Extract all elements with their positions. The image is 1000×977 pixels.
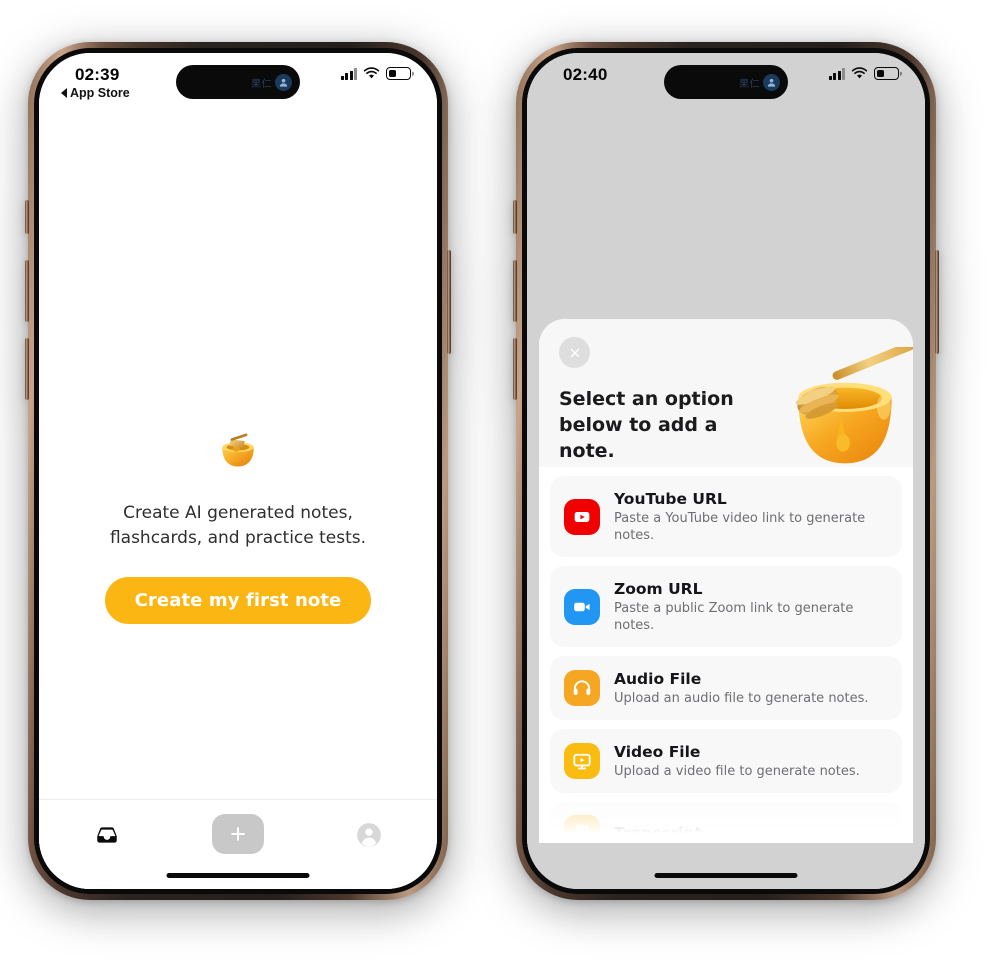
action-button[interactable] <box>25 200 29 234</box>
wifi-icon-2 <box>851 67 868 79</box>
battery-icon <box>386 67 411 80</box>
add-note-sheet-screen: 02:40 果仁 Select an option below to add a… <box>527 53 925 889</box>
option-text: YouTube URL Paste a YouTube video link to… <box>614 489 888 544</box>
honey-pot-emoji <box>222 433 254 467</box>
option-text: Zoom URL Paste a public Zoom link to gene… <box>614 579 888 634</box>
headphones-icon <box>564 670 600 706</box>
option-text: Audio File Upload an audio file to genera… <box>614 669 888 707</box>
option-title: Audio File <box>614 670 702 688</box>
option-title: Zoom URL <box>614 580 703 598</box>
option-row-zoom-url[interactable]: Zoom URL Paste a public Zoom link to gene… <box>550 566 902 647</box>
dynamic-island-label-2: 果仁 <box>739 78 760 90</box>
option-description: Upload an audio file to generate notes. <box>614 691 869 706</box>
video-monitor-icon <box>564 743 600 779</box>
cellular-bars-icon <box>340 67 357 80</box>
power-button[interactable] <box>447 250 451 354</box>
add-note-button[interactable] <box>211 814 264 854</box>
home-indicator-right <box>654 872 798 878</box>
cellular-bars-icon-2 <box>828 67 845 80</box>
status-indicators-2 <box>828 67 899 80</box>
option-row-transcript[interactable]: Transcript <box>550 802 902 843</box>
sidebar-item-profile[interactable] <box>339 814 399 856</box>
option-description: Paste a YouTube video link to generate n… <box>614 511 866 543</box>
dynamic-island-label: 果仁 <box>251 78 272 90</box>
empty-state-line-2: flashcards, and practice tests. <box>109 528 367 548</box>
phone-right-screen: 02:40 果仁 Select an option below to add a… <box>527 53 925 889</box>
sidebar-item-inbox[interactable] <box>77 814 137 856</box>
back-label: App Store <box>70 86 130 100</box>
phone-left: 02:39 App Store 果仁 Create AI generated n… <box>25 42 451 900</box>
home-indicator-left <box>166 872 310 878</box>
option-title: YouTube URL <box>614 490 727 508</box>
option-row-youtube-url[interactable]: YouTube URL Paste a YouTube video link to… <box>550 476 902 557</box>
back-caret-icon <box>61 88 67 98</box>
screenshot-canvas: 02:39 App Store 果仁 Create AI generated n… <box>0 0 1000 977</box>
plus-icon <box>231 827 245 841</box>
option-text: Transcript <box>614 823 888 843</box>
wifi-icon <box>363 67 380 79</box>
phone-right: 02:40 果仁 Select an option below to add a… <box>513 42 939 900</box>
close-sheet-button[interactable] <box>559 337 590 368</box>
phone-left-screen: 02:39 App Store 果仁 Create AI generated n… <box>39 53 437 889</box>
status-time: 02:39 <box>75 65 120 84</box>
option-row-video-file[interactable]: Video File Upload a video file to generat… <box>550 729 902 793</box>
home-empty-screen: 02:39 App Store 果仁 Create AI generated n… <box>39 53 437 889</box>
back-to-app-store[interactable]: App Store <box>61 86 130 100</box>
empty-state: Create AI generated notes, flashcards, a… <box>39 421 437 624</box>
person-badge-icon-2 <box>763 73 780 91</box>
youtube-icon <box>564 498 600 535</box>
option-description: Upload a video file to generate notes. <box>614 764 860 779</box>
option-title: Video File <box>614 743 701 761</box>
status-time-2: 02:40 <box>563 65 608 84</box>
volume-down-button[interactable] <box>25 338 29 400</box>
dynamic-island-2: 果仁 <box>664 65 788 99</box>
person-circle-icon <box>357 823 382 847</box>
option-text: Video File Upload a video file to generat… <box>614 742 888 780</box>
option-list: YouTube URL Paste a YouTube video link to… <box>539 467 913 843</box>
close-x-icon <box>570 348 579 357</box>
volume-down-button-2[interactable] <box>513 338 517 400</box>
option-description: Paste a public Zoom link to generate not… <box>614 601 854 633</box>
status-bar-right: 02:40 果仁 <box>527 53 925 107</box>
option-row-audio-file[interactable]: Audio File Upload an audio file to genera… <box>550 656 902 720</box>
zoom-video-icon <box>564 588 600 625</box>
power-button-2[interactable] <box>935 250 939 354</box>
action-button-2[interactable] <box>513 200 517 234</box>
create-first-note-button[interactable]: Create my first note <box>104 577 372 624</box>
volume-up-button[interactable] <box>25 260 29 322</box>
status-bar-left: 02:39 App Store 果仁 <box>39 53 437 107</box>
dynamic-island: 果仁 <box>176 65 300 99</box>
status-indicators <box>340 67 411 80</box>
sheet-title: Select an option below to add a note. <box>559 388 734 462</box>
volume-up-button-2[interactable] <box>513 260 517 322</box>
inbox-tray-icon <box>96 827 117 843</box>
add-note-sheet: Select an option below to add a note. Yo… <box>539 319 913 843</box>
phone-left-bezel: 02:39 App Store 果仁 Create AI generated n… <box>34 48 442 894</box>
sheet-header: Select an option below to add a note. <box>539 319 913 467</box>
phone-right-bezel: 02:40 果仁 Select an option below to add a… <box>522 48 930 894</box>
empty-state-line-1: Create AI generated notes, <box>123 503 353 523</box>
person-badge-icon <box>275 73 292 91</box>
battery-icon-2 <box>874 67 899 80</box>
honey-pot-with-dipper <box>777 347 913 467</box>
option-title: Transcript <box>614 824 702 842</box>
transcript-icon <box>564 815 600 843</box>
